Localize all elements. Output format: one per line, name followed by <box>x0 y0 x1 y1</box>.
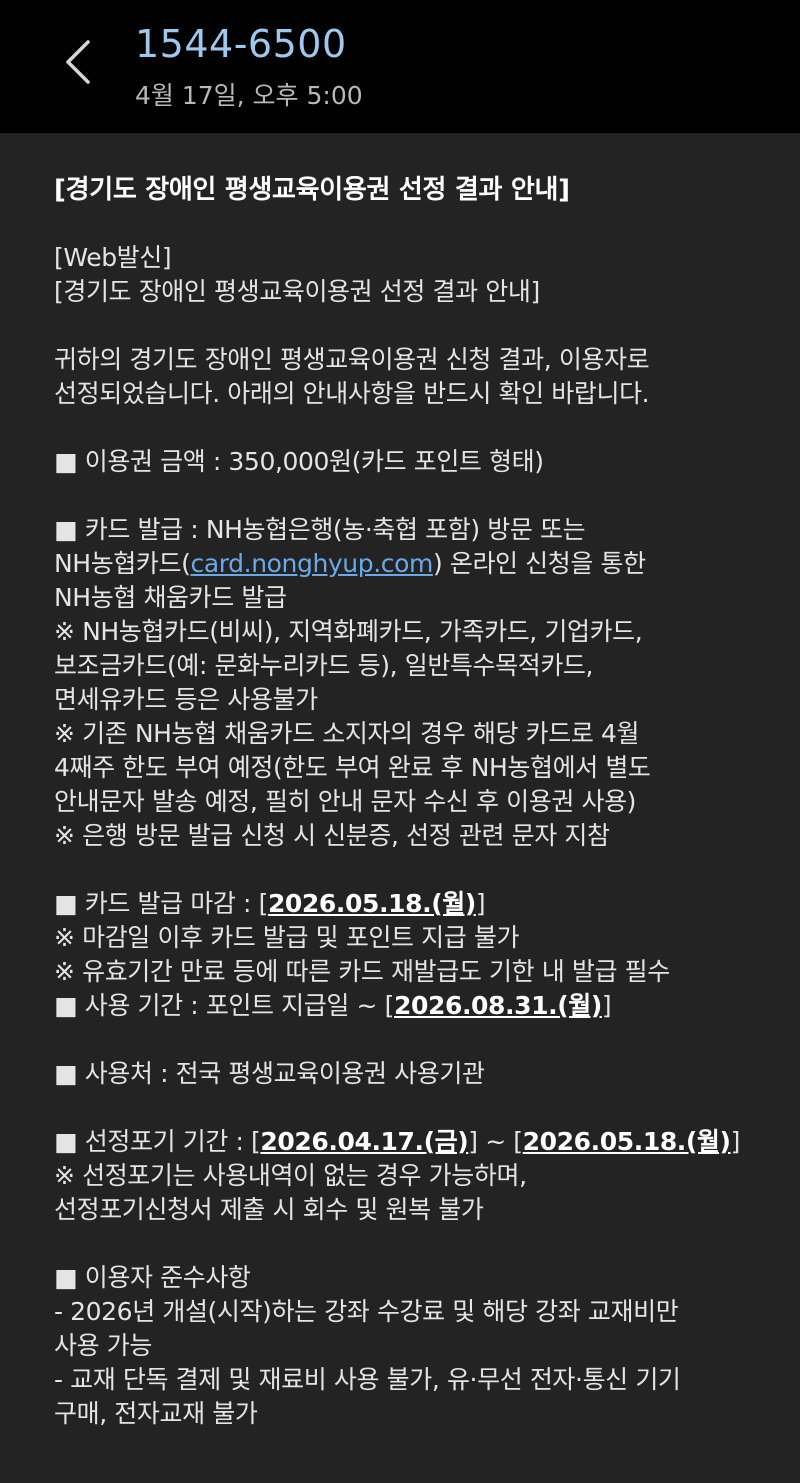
amount-line: ■ 이용권 금액 : 350,000원(카드 포인트 형태) <box>54 447 544 476</box>
deadline-prefix: ■ 카드 발급 마감 : [ <box>54 889 268 918</box>
chevron-left-icon <box>66 40 90 84</box>
deadline-date: 2026.05.18.(월) <box>267 889 476 918</box>
period-date: 2026.08.31.(월) <box>393 991 602 1020</box>
card-issue-link-line: NH농협카드(card.nonghyup.com) 온라인 신청을 통한 <box>54 547 760 581</box>
card-note-line: 안내문자 발송 예정, 필히 안내 문자 수신 후 이용권 사용) <box>54 787 637 816</box>
card-note-line: 4째주 한도 부여 예정(한도 부여 완료 후 NH농협에서 별도 <box>54 753 651 782</box>
card-note-line: ※ 기존 NH농협 채움카드 소지자의 경우 해당 카드로 4월 <box>54 719 640 748</box>
giveup-middle: ] ~ [ <box>468 1127 523 1156</box>
period-line: ■ 사용 기간 : 포인트 지급일 ~ [2026.08.31.(월)] <box>54 989 760 1023</box>
giveup-prefix: ■ 선정포기 기간 : [ <box>54 1127 261 1156</box>
conversation-header: 1544-6500 4월 17일, 오후 5:00 <box>0 0 800 133</box>
period-suffix: ] <box>601 991 612 1020</box>
rules-item: - 교재 단독 결제 및 재료비 사용 불가, 유·무선 전자·통신 기기 <box>54 1365 681 1394</box>
deadline-line: ■ 카드 발급 마감 : [2026.05.18.(월)] <box>54 887 760 921</box>
card-issue-suffix: ) 온라인 신청을 통한 <box>432 549 646 578</box>
intro-line: 선정되었습니다. 아래의 안내사항을 반드시 확인 바랍니다. <box>54 379 650 408</box>
card-note-line: 면세유카드 등은 사용불가 <box>54 685 318 714</box>
place-line: ■ 사용처 : 전국 평생교육이용권 사용기관 <box>54 1059 485 1088</box>
sender-number: 1544-6500 <box>135 22 347 66</box>
message-subtitle: [경기도 장애인 평생교육이용권 선정 결과 안내] <box>54 277 540 306</box>
card-note-line: ※ 은행 방문 발급 신청 시 신분증, 선정 관련 문자 지참 <box>54 821 610 850</box>
card-issue-line: NH농협 채움카드 발급 <box>54 583 287 612</box>
rules-heading: ■ 이용자 준수사항 <box>54 1263 251 1292</box>
deadline-note: ※ 유효기간 만료 등에 따른 카드 재발급도 기한 내 발급 필수 <box>54 957 670 986</box>
giveup-line: ■ 선정포기 기간 : [2026.04.17.(금)] ~ [2026.05.… <box>54 1125 760 1159</box>
message-timestamp: 4월 17일, 오후 5:00 <box>135 81 363 110</box>
giveup-suffix: ] <box>730 1127 741 1156</box>
deadline-suffix: ] <box>475 889 486 918</box>
card-issue-line: ■ 카드 발급 : NH농협은행(농·축협 포함) 방문 또는 <box>54 515 586 544</box>
giveup-note: 선정포기신청서 제출 시 회수 및 원복 불가 <box>54 1195 484 1224</box>
rules-item: 사용 가능 <box>54 1331 152 1360</box>
card-issue-prefix: NH농협카드( <box>54 549 191 578</box>
period-prefix: ■ 사용 기간 : 포인트 지급일 ~ [ <box>54 991 394 1020</box>
rules-item: 구매, 전자교재 불가 <box>54 1399 258 1428</box>
message-title: [경기도 장애인 평생교육이용권 선정 결과 안내] <box>54 175 570 205</box>
giveup-end-date: 2026.05.18.(월) <box>522 1127 731 1156</box>
deadline-note: ※ 마감일 이후 카드 발급 및 포인트 지급 불가 <box>54 923 520 952</box>
giveup-start-date: 2026.04.17.(금) <box>260 1127 469 1156</box>
giveup-note: ※ 선정포기는 사용내역이 없는 경우 가능하며, <box>54 1161 527 1190</box>
card-link[interactable]: card.nonghyup.com <box>190 549 433 578</box>
intro-line: 귀하의 경기도 장애인 평생교육이용권 신청 결과, 이용자로 <box>54 345 650 374</box>
back-button[interactable] <box>52 30 104 94</box>
card-note-line: 보조금카드(예: 문화누리카드 등), 일반특수목적카드, <box>54 651 594 680</box>
message-body: [경기도 장애인 평생교육이용권 선정 결과 안내] [Web발신] [경기도 … <box>0 133 800 1431</box>
card-note-line: ※ NH농협카드(비씨), 지역화폐카드, 가족카드, 기업카드, <box>54 617 643 646</box>
web-tag: [Web발신] <box>54 243 172 272</box>
rules-item: - 2026년 개설(시작)하는 강좌 수강료 및 해당 강좌 교재비만 <box>54 1297 679 1326</box>
